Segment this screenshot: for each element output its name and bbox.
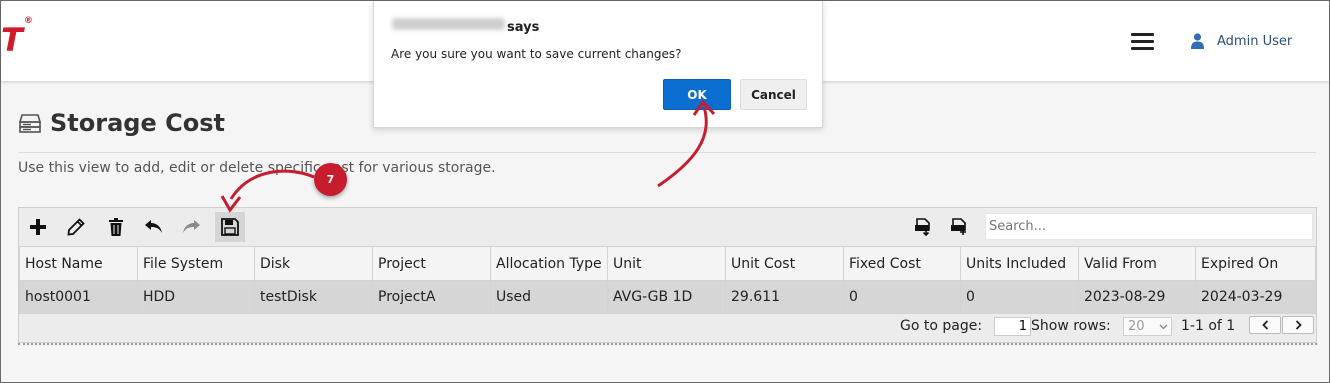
cell-disk[interactable]: testDisk <box>254 280 373 314</box>
cell-file-system[interactable]: HDD <box>137 280 255 314</box>
export-pdf-icon <box>915 218 930 236</box>
edit-pencil-icon <box>67 218 85 236</box>
export-all-pdf-icon <box>951 218 966 235</box>
pager: Go to page: Show rows: 20 1-1 of 1 <box>19 315 1316 342</box>
goto-page-label: Go to page: <box>900 318 983 334</box>
dialog-title: says <box>507 20 540 35</box>
redo-button[interactable] <box>176 212 206 242</box>
user-icon <box>1191 33 1204 49</box>
user-name: Admin User <box>1217 33 1293 49</box>
export-pdf-button[interactable] <box>908 212 938 242</box>
table-row[interactable]: host0001 HDD testDisk ProjectA Used AVG-… <box>19 280 1316 314</box>
redo-icon <box>183 220 200 233</box>
cell-unit-cost[interactable]: 29.611 <box>725 280 844 314</box>
storage-cost-table: Host Name File System Disk Project Alloc… <box>19 246 1316 314</box>
cell-allocation-type[interactable]: Used <box>490 280 608 314</box>
save-button[interactable] <box>215 212 245 242</box>
column-header-unit[interactable]: Unit <box>607 246 726 281</box>
column-header-host-name[interactable]: Host Name <box>19 246 138 281</box>
cancel-button[interactable]: Cancel <box>740 79 807 110</box>
page-description: Use this view to add, edit or delete spe… <box>18 160 496 176</box>
rows-per-page-select[interactable]: 20 <box>1123 317 1172 336</box>
add-icon <box>30 219 46 235</box>
dialog-message: Are you sure you want to save current ch… <box>391 47 682 61</box>
brand-logo[interactable]: T ® <box>1 16 33 59</box>
hamburger-icon[interactable] <box>1131 33 1154 50</box>
cell-host-name[interactable]: host0001 <box>19 280 138 314</box>
page-header: Storage Cost <box>18 109 225 137</box>
column-header-project[interactable]: Project <box>372 246 491 281</box>
show-rows-label: Show rows: <box>1031 318 1111 334</box>
grid-toolbar <box>19 208 1316 246</box>
user-menu[interactable]: Admin User <box>1191 33 1292 49</box>
page-title: Storage Cost <box>50 109 225 137</box>
delete-button[interactable] <box>101 212 131 242</box>
confirm-dialog: says Are you sure you want to save curre… <box>373 1 823 128</box>
chevron-left-icon <box>1261 320 1268 330</box>
previous-page-button[interactable] <box>1249 316 1281 334</box>
storage-cost-grid: Host Name File System Disk Project Alloc… <box>18 207 1317 343</box>
cell-expired-on[interactable]: 2024-03-29 <box>1195 280 1316 314</box>
cell-units-included[interactable]: 0 <box>960 280 1079 314</box>
column-header-allocation-type[interactable]: Allocation Type <box>490 246 608 281</box>
rows-per-page-value: 20 <box>1128 319 1145 334</box>
cell-valid-from[interactable]: 2023-08-29 <box>1078 280 1196 314</box>
column-header-expired-on[interactable]: Expired On <box>1195 246 1316 281</box>
add-button[interactable] <box>23 212 53 242</box>
cell-project[interactable]: ProjectA <box>372 280 491 314</box>
page-number-input[interactable] <box>994 317 1031 336</box>
column-header-fixed-cost[interactable]: Fixed Cost <box>843 246 961 281</box>
header-row: Host Name File System Disk Project Alloc… <box>19 246 1316 281</box>
column-header-disk[interactable]: Disk <box>254 246 373 281</box>
column-header-file-system[interactable]: File System <box>137 246 255 281</box>
search-input[interactable] <box>985 213 1313 240</box>
export-all-pdf-button[interactable] <box>944 212 974 242</box>
column-header-units-included[interactable]: Units Included <box>960 246 1079 281</box>
ok-button[interactable]: OK <box>663 79 731 110</box>
undo-button[interactable] <box>139 212 169 242</box>
chevron-right-icon <box>1295 320 1302 330</box>
storage-server-icon <box>18 114 42 133</box>
page-range-text: 1-1 of 1 <box>1181 318 1236 334</box>
column-header-unit-cost[interactable]: Unit Cost <box>725 246 844 281</box>
undo-icon <box>145 220 162 233</box>
grid-bottom-border <box>18 343 1317 345</box>
cell-unit[interactable]: AVG-GB 1D <box>607 280 726 314</box>
next-page-button[interactable] <box>1282 316 1314 334</box>
edit-button[interactable] <box>61 212 91 242</box>
step-number-badge: 7 <box>314 163 347 196</box>
save-icon <box>221 218 239 236</box>
column-header-valid-from[interactable]: Valid From <box>1078 246 1196 281</box>
cell-fixed-cost[interactable]: 0 <box>843 280 961 314</box>
delete-trash-icon <box>109 218 123 236</box>
dialog-origin-blurred <box>392 18 505 30</box>
chevron-down-icon <box>1159 324 1168 329</box>
title-divider <box>18 152 1316 153</box>
